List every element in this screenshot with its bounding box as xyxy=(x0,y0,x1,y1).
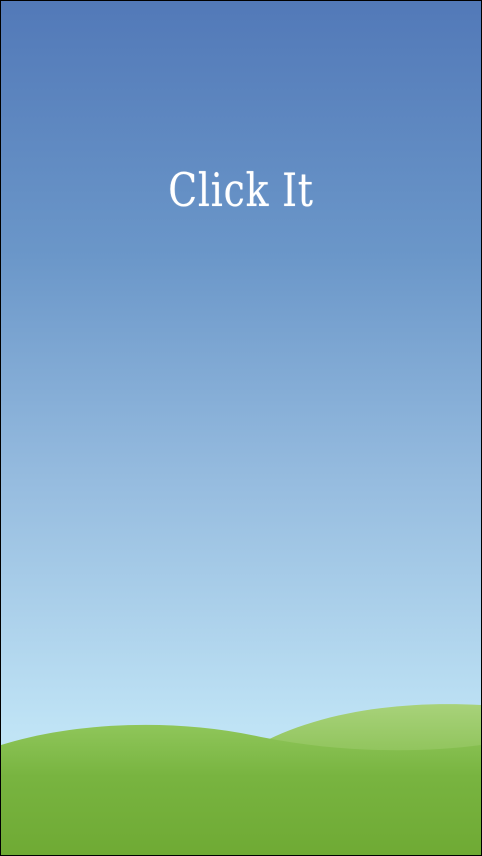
landscape-hills xyxy=(1,704,481,855)
game-screen: Click It xyxy=(1,1,481,855)
click-it-title[interactable]: Click It xyxy=(44,163,438,217)
